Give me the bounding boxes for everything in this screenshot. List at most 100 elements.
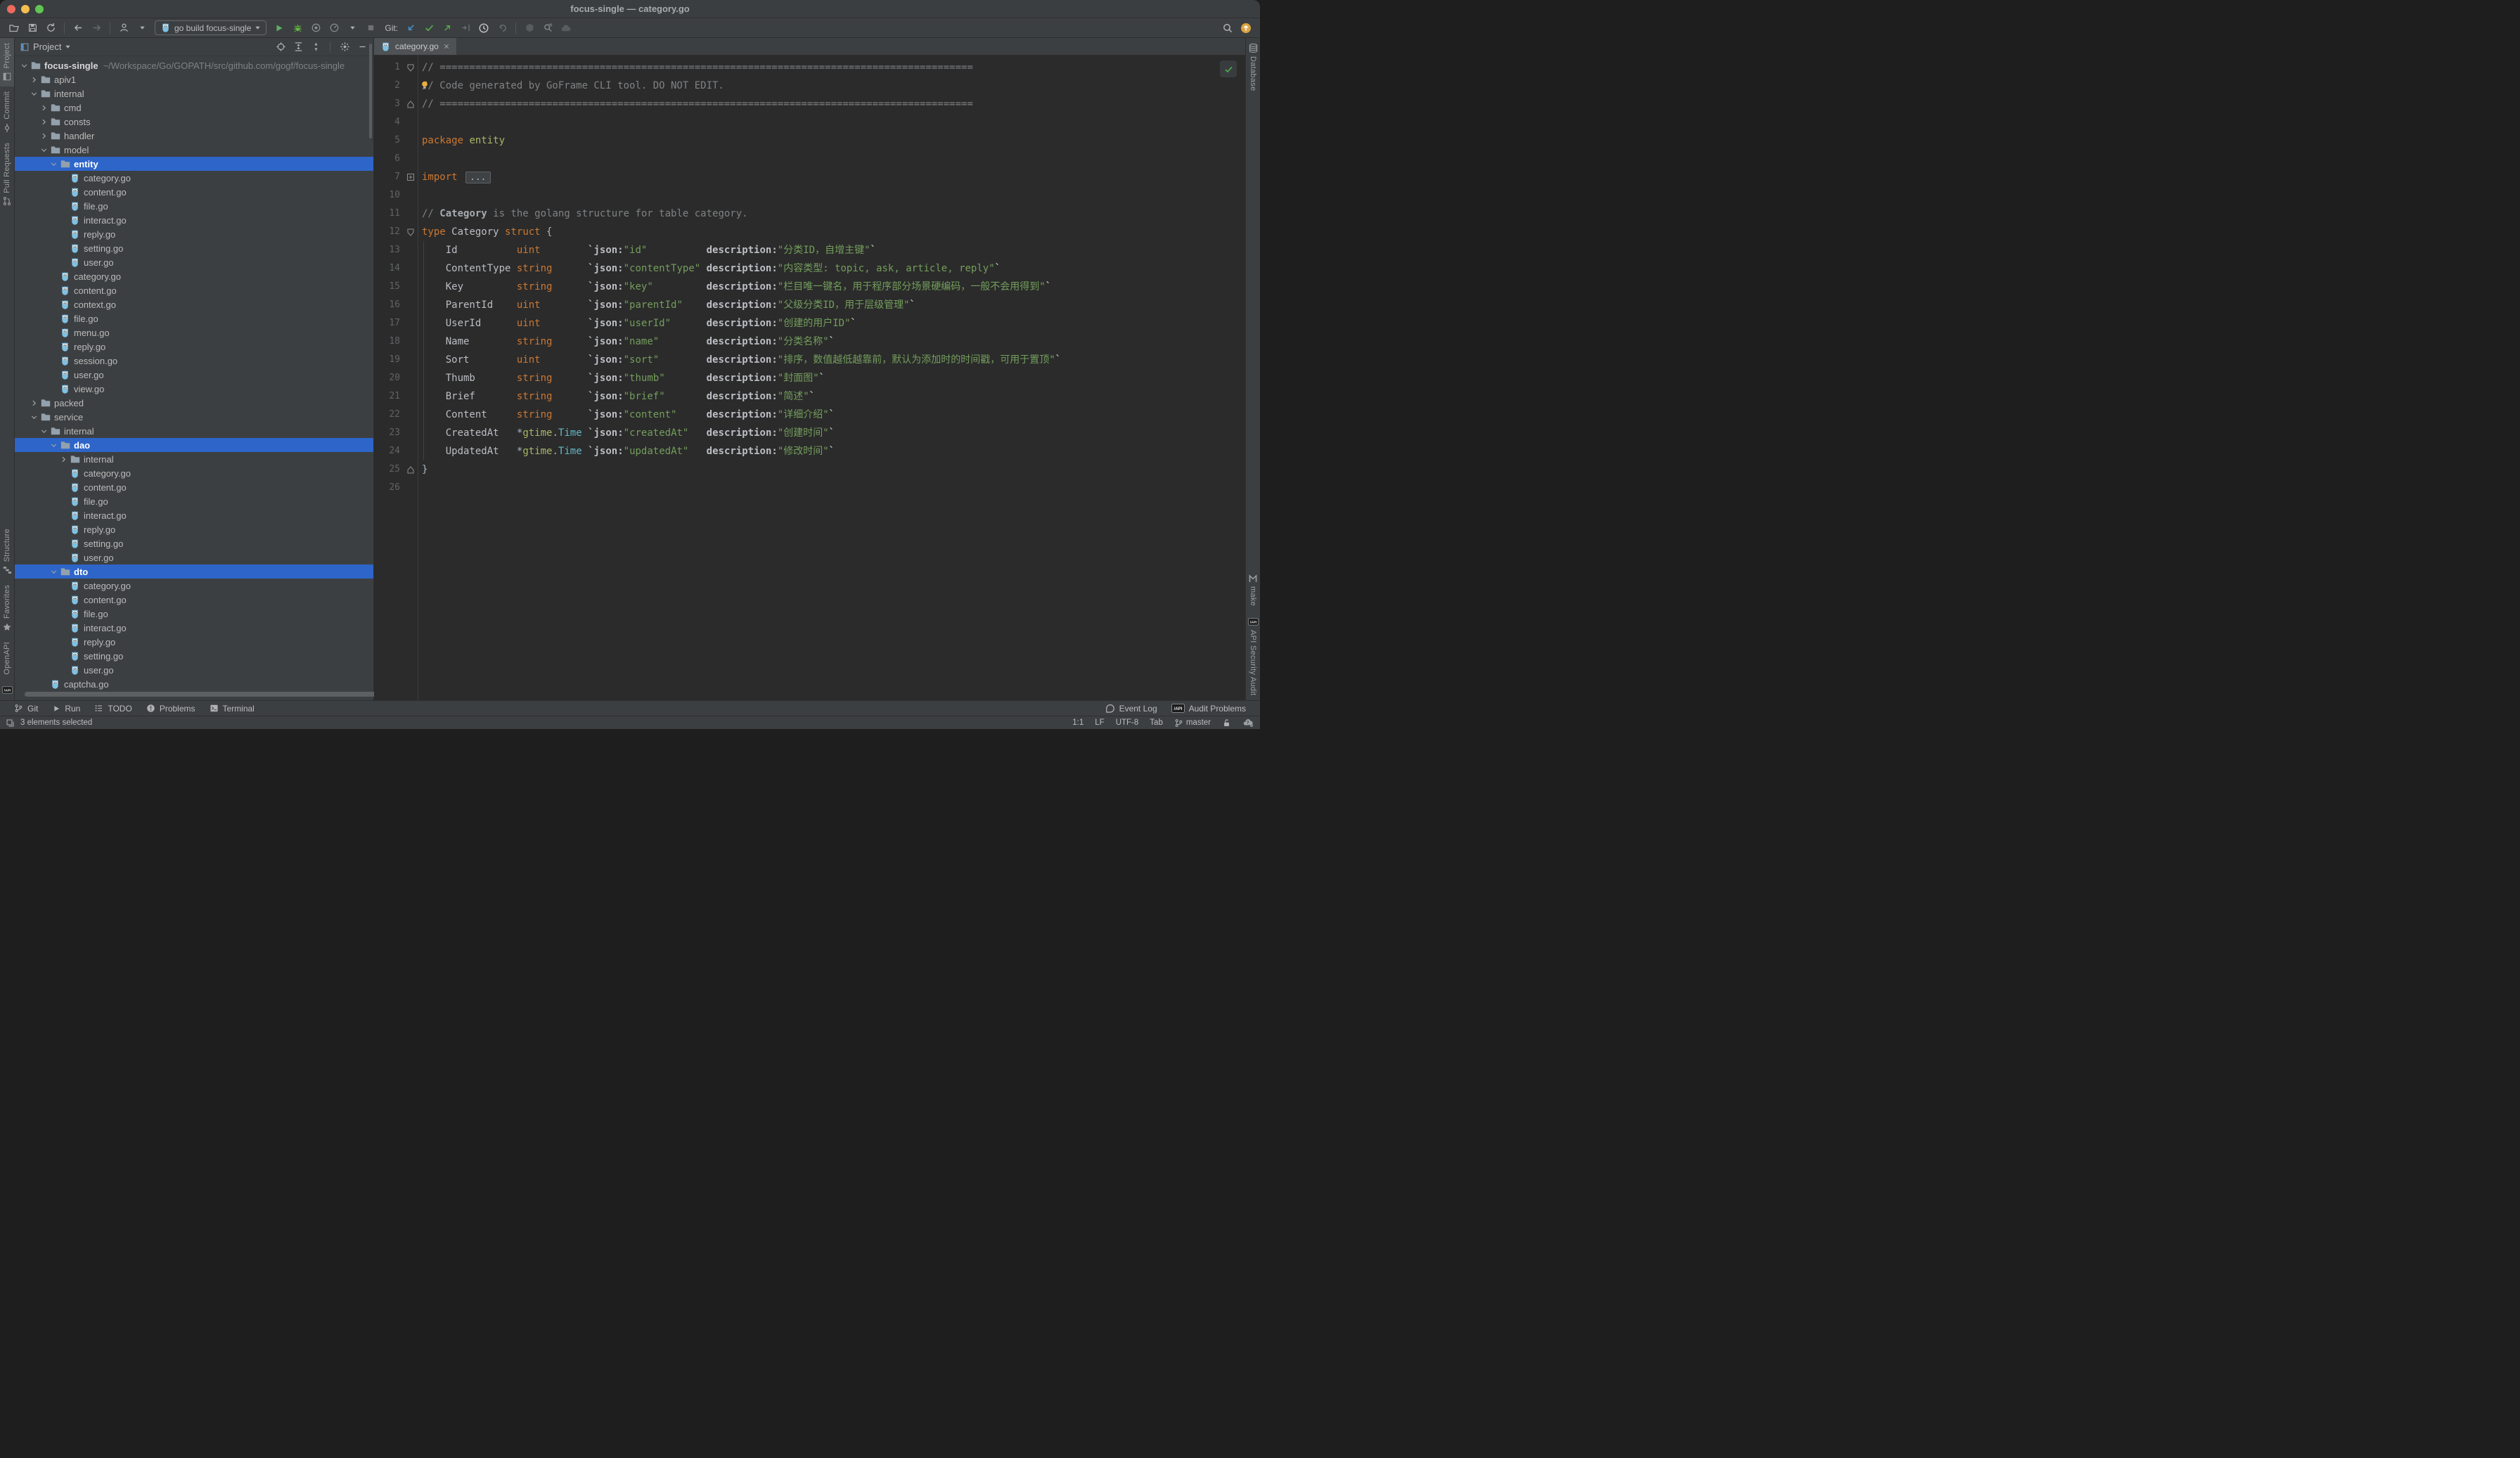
tree-item-user.go[interactable]: user.go [15,368,373,382]
tree-item-reply.go[interactable]: reply.go [15,340,373,354]
tree-item-category.go[interactable]: category.go [15,466,373,480]
toolwindow-terminal[interactable]: Terminal [202,701,262,716]
tree-item-service[interactable]: service [15,410,373,424]
profiler-dropdown-icon[interactable] [344,20,361,37]
editor-tab-category-go[interactable]: category.go [374,38,456,55]
stripe-tab-pull-requests[interactable]: Pull Requests [0,138,14,212]
chevron-down-icon[interactable] [65,44,71,50]
tree-item-setting.go[interactable]: setting.go [15,241,373,255]
stripe-tab-commit[interactable]: Commit [0,86,14,138]
fold-down-icon[interactable] [405,58,416,77]
tree-item-reply.go[interactable]: reply.go [15,227,373,241]
tree-item-internal[interactable]: internal [15,452,373,466]
tree-item-file.go[interactable]: file.go [15,199,373,213]
caret-position[interactable]: 1:1 [1072,718,1084,727]
tree-item-user.go[interactable]: user.go [15,550,373,565]
tree-item-file.go[interactable]: file.go [15,311,373,325]
chevron-down-icon[interactable] [49,441,59,450]
tree-item-context.go[interactable]: context.go [15,297,373,311]
debug-button[interactable] [289,20,306,37]
chevron-right-icon[interactable] [39,117,49,127]
toolwindow-audit-problems[interactable]: /API Audit Problems [1164,701,1253,716]
search-icon[interactable] [1219,20,1236,37]
tree-item-internal[interactable]: internal [15,86,373,101]
tree-item-internal[interactable]: internal [15,424,373,438]
toolwindow-run[interactable]: Run [45,701,87,716]
unlock-icon[interactable] [1222,718,1231,728]
forward-icon[interactable] [88,20,105,37]
hide-panel-icon[interactable] [355,40,369,54]
intention-bulb-icon[interactable] [420,80,430,91]
tree-item-content.go[interactable]: content.go [15,480,373,494]
collapse-all-icon[interactable] [309,40,323,54]
run-with-coverage-icon[interactable] [307,20,324,37]
fold-up-icon[interactable] [405,95,416,113]
chevron-down-icon[interactable] [39,146,49,155]
cloud-settings-icon[interactable]: ? [1242,718,1254,728]
tree-item-file.go[interactable]: file.go [15,494,373,508]
gear-icon[interactable] [338,40,352,54]
stripe-tab-project[interactable]: Project [0,38,14,86]
git-update-icon[interactable] [402,20,419,37]
tree-item-setting.go[interactable]: setting.go [15,536,373,550]
expand-all-icon[interactable] [291,40,305,54]
sync-icon[interactable] [42,20,59,37]
user-dropdown-icon[interactable] [134,20,150,37]
tree-item-apiv1[interactable]: apiv1 [15,72,373,86]
tree-vertical-scrollbar[interactable] [369,44,372,138]
tree-item-interact.go[interactable]: interact.go [15,508,373,522]
chevron-right-icon[interactable] [29,399,39,408]
fold-down-icon[interactable] [405,223,416,241]
tree-item-category.go[interactable]: category.go [15,171,373,185]
tree-item-focus-single[interactable]: focus-single~/Workspace/Go/GOPATH/src/gi… [15,58,373,72]
stripe-tab-api-security-audit[interactable]: /API API Security Audit [1246,612,1260,700]
stripe-tab-structure[interactable]: Structure [0,524,14,580]
tree-item-reply.go[interactable]: reply.go [15,522,373,536]
tree-item-packed[interactable]: packed [15,396,373,410]
tree-item-cmd[interactable]: cmd [15,101,373,115]
chevron-down-icon[interactable] [29,413,39,422]
fold-plus-icon[interactable] [405,168,416,186]
tree-item-user.go[interactable]: user.go [15,255,373,269]
tree-item-category.go[interactable]: category.go [15,269,373,283]
inspection-status-widget[interactable] [1220,60,1237,77]
tree-item-dto[interactable]: dto [15,565,373,579]
encoding[interactable]: UTF-8 [1116,718,1139,727]
git-branch-widget[interactable]: master [1174,718,1211,728]
chevron-right-icon[interactable] [58,455,69,464]
toolwindow-todo[interactable]: TODO [87,701,139,716]
run-button[interactable] [271,20,288,37]
tree-item-captcha.go[interactable]: captcha.go [15,677,373,691]
indent-style[interactable]: Tab [1150,718,1163,727]
tree-item-dao[interactable]: dao [15,438,373,452]
tree-item-interact.go[interactable]: interact.go [15,621,373,635]
tree-item-content.go[interactable]: content.go [15,593,373,607]
tree-item-user.go[interactable]: user.go [15,663,373,677]
git-commit-icon[interactable] [420,20,437,37]
save-all-icon[interactable] [24,20,41,37]
stripe-tab-make[interactable]: make [1246,568,1260,611]
tree-item-interact.go[interactable]: interact.go [15,213,373,227]
stripe-tab-openapi[interactable]: OpenAPI [0,637,14,680]
tree-item-category.go[interactable]: category.go [15,579,373,593]
chevron-down-icon[interactable] [49,160,59,169]
git-push-icon[interactable] [439,20,456,37]
run-configuration-select[interactable]: go build focus-single [155,20,266,35]
user-icon[interactable] [115,20,132,37]
chevron-right-icon[interactable] [39,131,49,141]
update-available-icon[interactable] [1238,20,1254,37]
search-everywhere-icon[interactable] [539,20,556,37]
stripe-tab-favorites[interactable]: Favorites [0,580,14,637]
tree-item-entity[interactable]: entity [15,157,373,171]
chevron-right-icon[interactable] [29,75,39,84]
line-ending[interactable]: LF [1095,718,1104,727]
fold-up-icon[interactable] [405,460,416,479]
tool-window-switcher-icon[interactable] [6,718,15,728]
chevron-down-icon[interactable] [49,567,59,576]
chevron-down-icon[interactable] [39,427,49,436]
tree-item-view.go[interactable]: view.go [15,382,373,396]
stripe-tab-api[interactable]: /API [0,680,14,700]
tree-item-handler[interactable]: handler [15,129,373,143]
tree-item-menu.go[interactable]: menu.go [15,325,373,340]
code-editor[interactable]: 1// ====================================… [374,56,1245,700]
